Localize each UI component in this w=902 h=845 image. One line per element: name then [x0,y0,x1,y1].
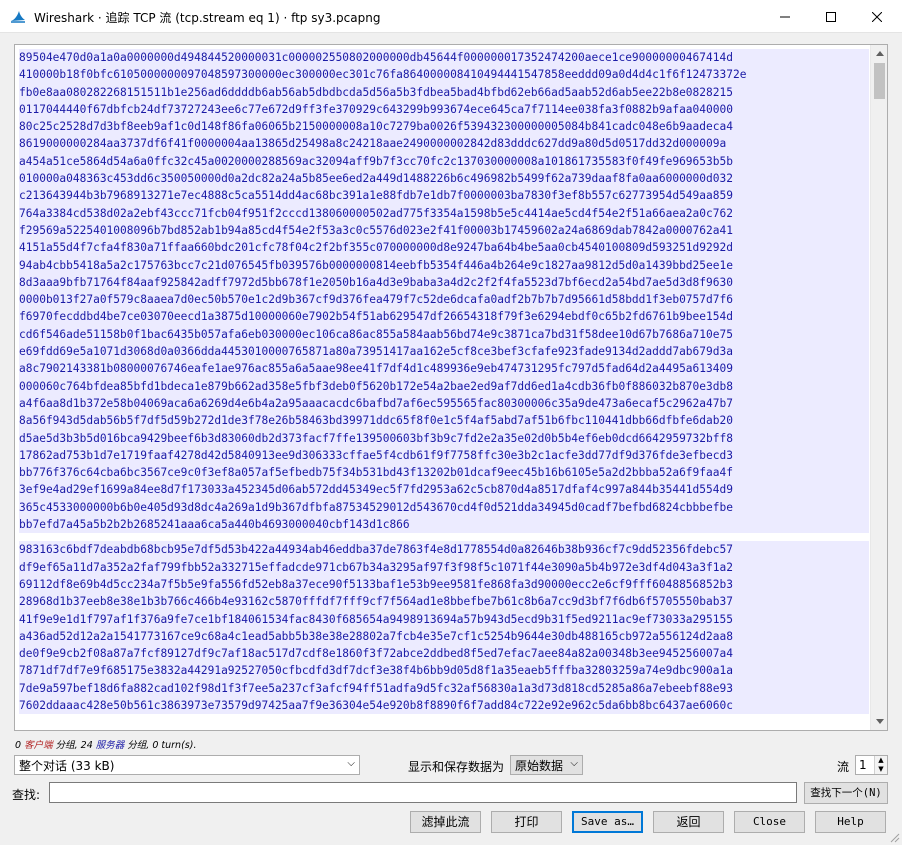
filter-out-stream-button[interactable]: 滤掉此流 [410,811,481,833]
window-title: Wireshark · 追踪 TCP 流 (tcp.stream eq 1) ·… [34,11,381,25]
conversation-select[interactable]: 整个对话 (33 kB) ⌵ [14,755,360,775]
stream-line: 8619000000284aa3737df6f41f0000004aa13865… [19,135,869,153]
find-input[interactable] [49,782,797,803]
spin-down-button[interactable]: ▼ [874,765,887,774]
stream-line: 7871df7df7e9f685175e3832a44291a92527050c… [19,662,869,680]
find-next-button[interactable]: 查找下一个(N) [804,782,888,804]
print-button[interactable]: 打印 [491,811,562,833]
block-separator [19,533,869,542]
stream-text[interactable]: 89504e470d0a1a0a0000000d494844520000031c… [19,49,869,715]
stream-line: 28968d1b37eeb8e38e1b3b766c466b4e93162c58… [19,593,869,611]
stream-number-value: 1 [859,758,867,772]
format-label: 显示和保存数据为 [408,760,505,774]
wireshark-fin-icon [11,11,25,23]
close-button[interactable]: Close [734,811,805,833]
minimize-icon [780,16,790,17]
stream-line: 0117044440f67dbfcb24df73727243ee6c77e672… [19,100,869,119]
stream-line: 0000b013f27a0f579c8aaea7d0ec50b570e1c2d9… [19,291,869,309]
format-value: 原始数据 [515,759,564,773]
stream-line: 80c25c2528d7d3bf8eeb9af1c0d148f86fa06065… [19,118,869,136]
stream-line: 17862ad753b1d7e1719faaf4278d42d5840913ee… [19,446,869,465]
chevron-down-icon [875,719,884,724]
stream-line: cd6f546ade51158b0f1bac6435b057afa6eb0300… [19,325,869,344]
stream-line: bb7efd7a45a5b2b2b2685241aaa6ca5a440b4693… [19,516,869,534]
stream-line: a454a51ce5864d54a6a0ffc32c45a00200002885… [19,152,869,171]
scrollbar-thumb[interactable] [874,63,885,99]
scroll-down-button[interactable] [871,713,887,730]
stream-line: 764a3384cd538d02a2ebf43ccc71fcb04f951f2c… [19,204,869,222]
chevron-down-icon: ⌵ [347,758,355,769]
stream-line: bb776f376c64cba6bc3567ce9c0f3ef8a057af5e… [19,464,869,482]
stream-content-pane[interactable]: 89504e470d0a1a0a0000000d494844520000031c… [14,44,888,731]
stream-line: 3ef9e4ad29ef1699a84ee8d7f173033a452345d0… [19,481,869,499]
stream-line: 000060c764bfdea85bfd1bdeca1e879b662ad358… [19,377,869,395]
stream-line: d5ae5d3b3b5d016bca9429beef6b3d83060db2d3… [19,429,869,447]
server-label: 服务器 [95,740,125,751]
client-label: 客户端 [24,740,53,751]
stream-line: a4f6aa8d1b372e58b04069aca6a6269d4e6b4a2a… [19,394,869,413]
vertical-scrollbar[interactable] [870,45,887,730]
stream-line: de0f9e9cb2f08a87a7fcf89127df9c7af18ac517… [19,645,869,663]
save-as-button[interactable]: Save as… [572,811,643,833]
stream-line: 8d3aaa9bfb71764f84aaf925842adff7972d5bb6… [19,273,869,292]
stats-middle: 分组, 24 [52,740,96,751]
stream-line: 8a56f943d5dab56b5f7df5d59b272d1de3f78e26… [19,412,869,430]
title-bar: Wireshark · 追踪 TCP 流 (tcp.stream eq 1) ·… [0,0,902,33]
help-button[interactable]: Help [815,811,886,833]
stream-line: df9ef65a11d7a352a2faf799fbb52a332715effa… [19,558,869,576]
stream-line: f6970fecddbd4be7ce03070eecd1a3875d100000… [19,308,869,326]
stream-line: 010000a048363c453dd6c350050000d0a2dc82a2… [19,170,869,188]
scroll-up-button[interactable] [871,45,887,62]
stream-line: 410000b18f0bfc6105000000097048597300000e… [19,66,869,84]
stream-line: 89504e470d0a1a0a0000000d494844520000031c… [19,49,869,67]
find-label: 查找: [12,788,41,802]
stream-line: fb0e8aa080282268151511b1e256ad6ddddb6ab5… [19,83,869,101]
conversation-value: 整个对话 (33 kB) [19,759,115,773]
stream-line: 983163c6bdf7deabdb68bcb95e7df5d53b422a44… [19,541,869,559]
stream-line: a8c7902143381b08000076746eafe1ae976ac855… [19,360,869,378]
stream-line: 7de9a597bef18d6fa882cad102f98d1f3f7ee5a2… [19,679,869,697]
resize-grip-icon[interactable] [890,833,900,843]
stats-suffix: 分组, 0 turn(s). [124,740,197,751]
spin-up-button[interactable]: ▲ [874,756,887,765]
stream-line: 69112df8e69b4d5cc234a7f5b5e9fa556fd52eb8… [19,575,869,594]
stream-stats: 0 客户端 分组, 24 服务器 分组, 0 turn(s). [15,737,196,751]
stream-line: 94ab4cbb5418a5a2c175763bcc7c21d076545fb0… [19,256,869,274]
stream-line: e69fdd69e5a1071d3068d0a0366dda4453010000… [19,343,869,361]
stream-line: 7602ddaaac428e50b561c3863973e73579d97425… [19,696,869,715]
back-button[interactable]: 返回 [653,811,724,833]
chevron-down-icon: ⌵ [570,758,578,769]
maximize-button[interactable] [808,0,854,33]
stream-line: c213643944b3b7968913271e7ec4888c5ca5514d… [19,187,869,205]
close-icon [872,11,882,22]
minimize-button[interactable] [762,0,808,33]
chevron-up-icon [875,51,884,56]
maximize-icon [826,11,836,22]
close-window-button[interactable] [854,0,900,33]
stream-number-spinbox[interactable]: 1 ▲ ▼ [855,755,888,775]
format-select[interactable]: 原始数据 ⌵ [510,755,583,775]
stream-line: 4151a55d4f7cfa4f830a71ffaa660bdc201cfc78… [19,239,869,257]
stats-prefix: 0 [15,740,25,751]
stream-line: f29569a5225401008096b7bd852ab1b94a85cd4f… [19,221,869,240]
stream-line: 41f9e9e1d1f797af1f376a9fe7ce1bf184061534… [19,610,869,628]
stream-line: 365c4533000000b6b0e405d93d8dc4a269a1d9b3… [19,498,869,517]
stream-line: a436ad52d12a2a1541773167ce9c68a4c1ead5ab… [19,627,869,646]
stream-number-label: 流 [837,760,850,774]
